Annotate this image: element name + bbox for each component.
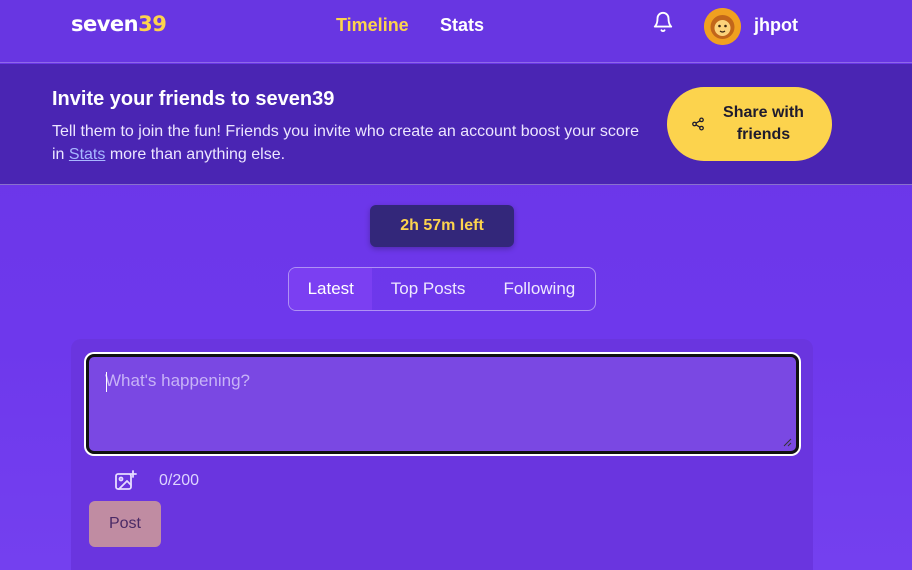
invite-title: Invite your friends to seven39 (52, 88, 335, 110)
invite-description: Tell them to join the fun! Friends you i… (52, 120, 652, 166)
nav-link-timeline[interactable]: Timeline (336, 15, 409, 36)
nav-link-stats[interactable]: Stats (440, 15, 484, 36)
stats-link[interactable]: Stats (69, 146, 105, 163)
tab-latest[interactable]: Latest (289, 268, 373, 310)
post-button[interactable]: Post (89, 501, 161, 547)
text-caret (106, 372, 107, 392)
avatar[interactable] (704, 8, 741, 45)
username[interactable]: jhpot (754, 15, 798, 36)
tab-top-posts[interactable]: Top Posts (372, 268, 483, 310)
resize-handle-icon[interactable] (782, 437, 792, 447)
time-left-badge: 2h 57m left (370, 205, 514, 247)
top-navigation: seven39 Timeline Stats jhpot (0, 0, 912, 63)
share-button-label: Share with friends (723, 104, 804, 143)
post-composer: What's happening? 0/200 Post (71, 339, 813, 570)
bell-icon[interactable] (652, 10, 674, 34)
image-add-icon[interactable] (113, 469, 137, 493)
share-icon (691, 117, 704, 131)
character-counter: 0/200 (159, 472, 200, 489)
invite-text-after: more than anything else. (105, 146, 286, 163)
post-input[interactable]: What's happening? (86, 354, 799, 454)
invite-banner: Invite your friends to seven39 Tell them… (0, 64, 912, 185)
feed-tabs: Latest Top Posts Following (288, 267, 596, 311)
logo-number: 39 (138, 12, 167, 36)
logo[interactable]: seven39 (71, 12, 167, 36)
logo-text: seven (71, 12, 139, 36)
share-button[interactable]: Share with friends (667, 87, 832, 161)
tab-following[interactable]: Following (484, 268, 595, 310)
post-input-placeholder: What's happening? (105, 371, 251, 390)
